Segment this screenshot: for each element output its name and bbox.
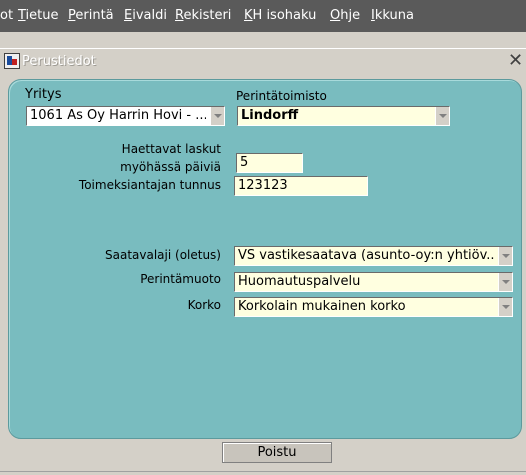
window-titlebar[interactable]: Perustiedot ✕ — [0, 49, 526, 73]
perustiedot-window: Perustiedot ✕ Yritys 1061 As Oy Harrin H… — [0, 48, 526, 475]
form-app-icon — [4, 53, 20, 69]
haettavat-label-line1: Haettavat laskut — [121, 142, 221, 156]
menu-item-ikkuna[interactable]: Ikkuna — [371, 8, 414, 23]
toolbar-gap — [0, 32, 526, 46]
window-title: Perustiedot — [22, 54, 96, 69]
chevron-down-icon[interactable] — [498, 273, 512, 291]
haettavat-input[interactable]: 5 — [236, 153, 303, 173]
yritys-value: 1061 As Oy Harrin Hovi - ... — [30, 108, 206, 123]
korko-dropdown[interactable]: Korkolain mukainen korko — [234, 297, 513, 317]
yritys-label: Yritys — [25, 87, 62, 102]
yritys-dropdown[interactable]: 1061 As Oy Harrin Hovi - ... — [26, 106, 225, 126]
chevron-down-icon[interactable] — [498, 298, 512, 316]
perintatoimisto-label: Perintätoimisto — [236, 89, 327, 103]
perintatoimisto-dropdown[interactable]: Lindorff — [237, 106, 450, 126]
poistu-button[interactable]: Poistu — [222, 442, 332, 463]
toimeksiantaja-label: Toimeksiantajan tunnus — [78, 178, 221, 192]
menu-bar: ot Tietue Perintä Eivaldi Rekisteri KH i… — [0, 0, 526, 32]
window-bottom-edge — [0, 471, 526, 475]
chevron-down-icon[interactable] — [435, 107, 449, 125]
saatavalaji-value: VS vastikesaatava (asunto-oy:n yhtiöv... — [238, 248, 494, 263]
saatavalaji-dropdown[interactable]: VS vastikesaatava (asunto-oy:n yhtiöv... — [234, 246, 513, 266]
menu-item-tietue[interactable]: Tietue — [18, 8, 59, 23]
menu-item-kh-isohaku[interactable]: KH isohaku — [244, 8, 316, 23]
perintamuoto-value: Huomautuspalvelu — [238, 274, 361, 289]
form-panel: Yritys 1061 As Oy Harrin Hovi - ... Peri… — [8, 79, 522, 439]
korko-value: Korkolain mukainen korko — [238, 299, 406, 314]
korko-label: Korko — [187, 298, 221, 312]
haettavat-label-line2: myöhässä päiviä — [120, 160, 221, 174]
menu-item-eivaldi[interactable]: Eivaldi — [124, 8, 167, 23]
toimeksiantaja-input[interactable]: 123123 — [234, 176, 368, 196]
perintamuoto-label: Perintämuoto — [140, 272, 221, 286]
menu-item-ohje[interactable]: Ohje — [330, 8, 360, 23]
chevron-down-icon[interactable] — [498, 247, 512, 265]
menu-item-rekisteri[interactable]: Rekisteri — [175, 8, 231, 23]
menu-item-perinta[interactable]: Perintä — [68, 8, 114, 23]
menu-item-partial[interactable]: ot — [0, 8, 13, 23]
close-icon[interactable]: ✕ — [508, 50, 523, 71]
saatavalaji-label: Saatavalaji (oletus) — [105, 248, 221, 262]
perintatoimisto-value: Lindorff — [241, 108, 299, 123]
chevron-down-icon[interactable] — [210, 107, 224, 125]
perintamuoto-dropdown[interactable]: Huomautuspalvelu — [234, 272, 513, 292]
